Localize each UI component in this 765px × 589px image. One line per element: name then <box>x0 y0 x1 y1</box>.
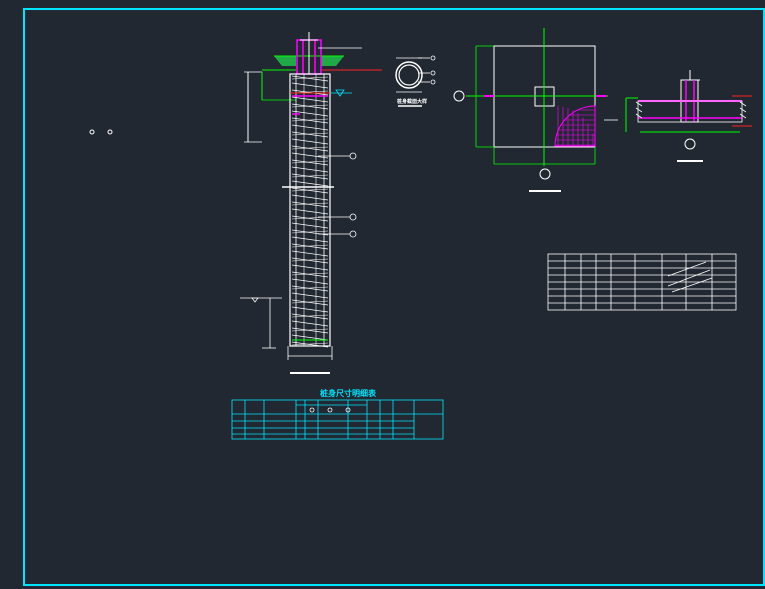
drawing-line <box>291 306 329 313</box>
pile-dimension-table[interactable] <box>231 399 444 440</box>
drawing-line <box>291 152 329 159</box>
drawing-line <box>291 292 329 299</box>
soil-hatch-left <box>274 56 296 66</box>
pile-elevation[interactable] <box>240 32 382 374</box>
drawing-line <box>291 180 329 187</box>
drawing-line <box>291 166 329 173</box>
drawing-line <box>291 82 329 89</box>
drawing-line <box>291 320 329 327</box>
drawing-line <box>291 194 329 201</box>
pile-stirrups <box>291 75 329 348</box>
table-title: 桩身尺寸明细表 <box>320 389 376 398</box>
reinforcement-table[interactable] <box>547 253 737 311</box>
stray-markers <box>89 129 113 135</box>
drawing-line <box>291 138 329 145</box>
drawing-line <box>291 208 329 215</box>
cap-detail[interactable] <box>604 70 752 162</box>
drawing-line <box>291 334 329 341</box>
plan-view[interactable] <box>453 28 608 192</box>
drawing-line <box>291 250 329 257</box>
soil-hatch-right <box>321 56 344 66</box>
drawing-line <box>291 222 329 229</box>
drawing-line <box>291 96 329 103</box>
drawing-line <box>291 124 329 131</box>
bottom-elevation-marker <box>240 297 282 349</box>
drawing-frame <box>23 8 765 586</box>
section-label: 桩身截面大样 <box>397 99 428 105</box>
drawing-line <box>291 278 329 285</box>
cad-drawing-canvas[interactable] <box>0 0 765 589</box>
drawing-line <box>291 264 329 271</box>
drawing-line <box>291 236 329 243</box>
